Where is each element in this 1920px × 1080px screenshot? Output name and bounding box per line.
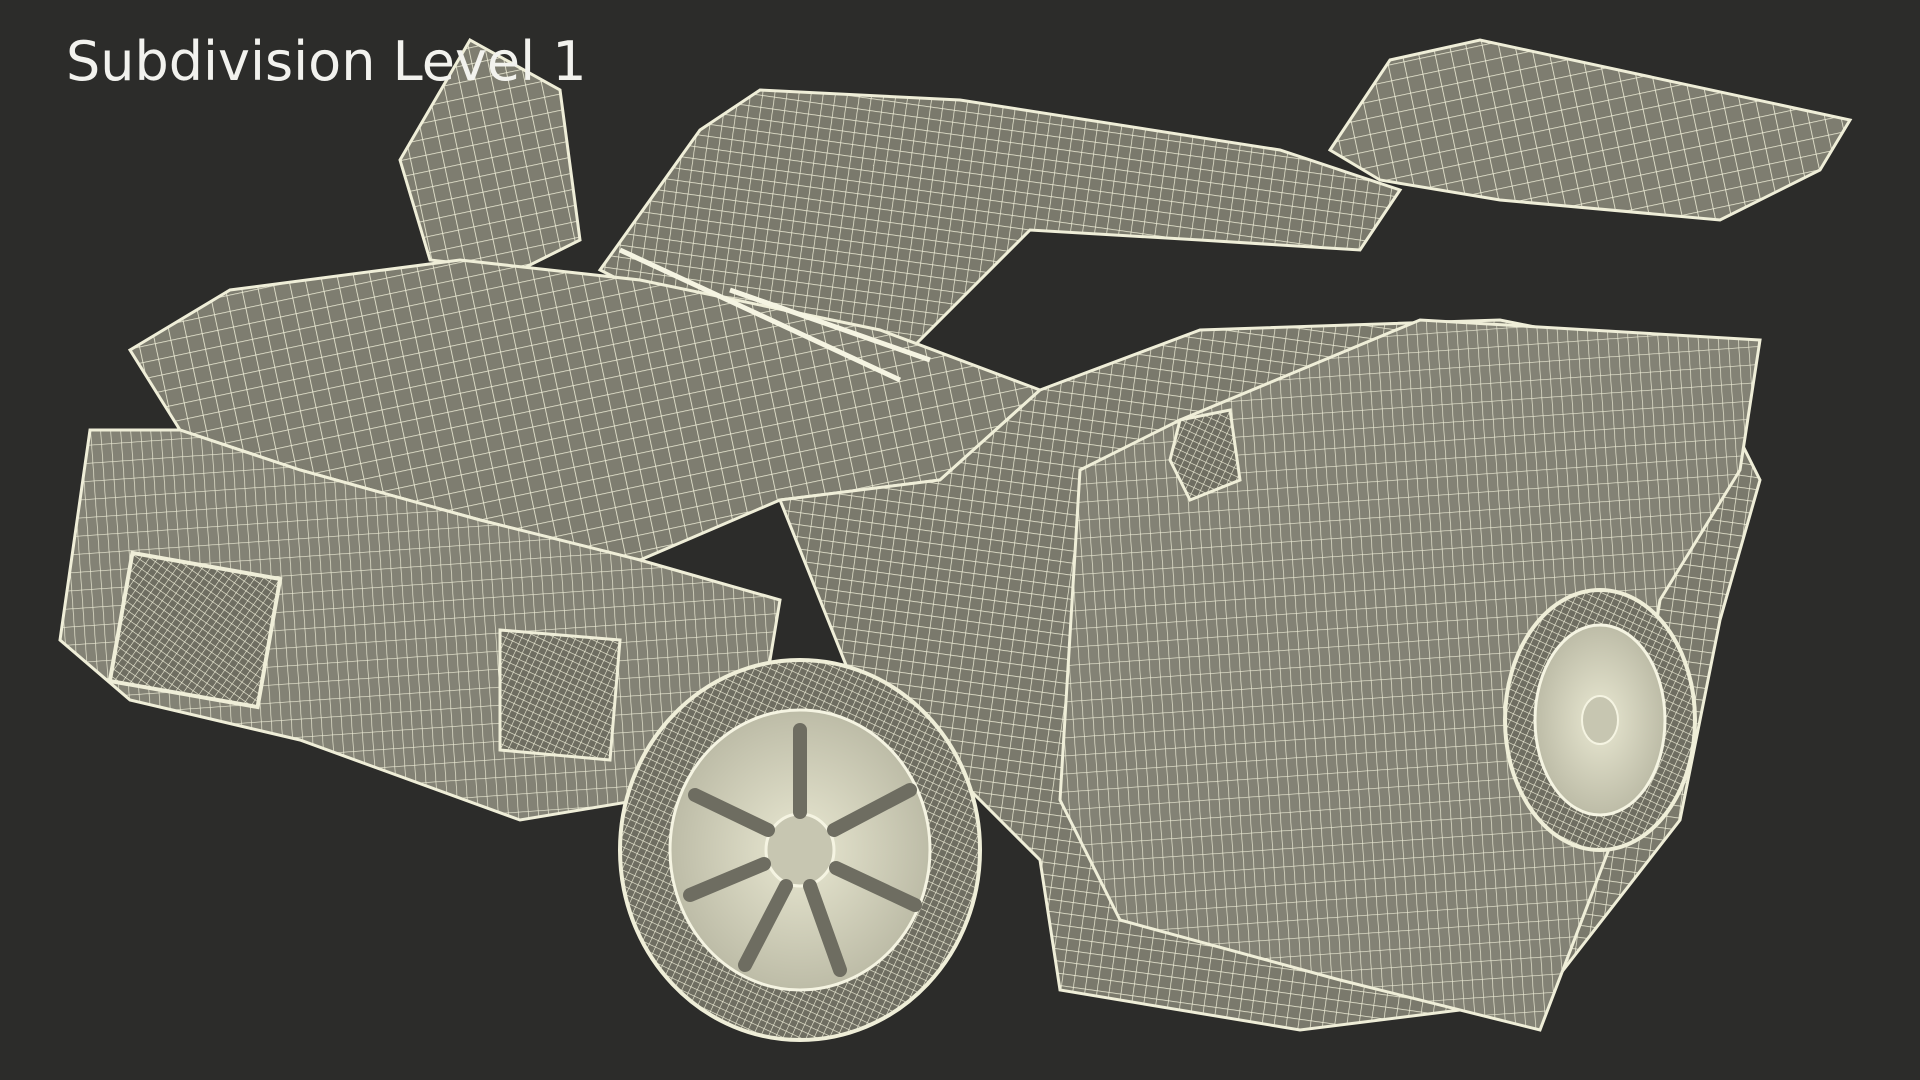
car-wireframe-render	[58, 37, 1853, 1042]
front-wheel	[618, 658, 982, 1042]
caption-title: Subdivision Level 1	[66, 30, 587, 93]
render-viewport: Subdivision Level 1	[0, 0, 1920, 1080]
rear-liftgate	[1327, 38, 1853, 222]
headlight	[498, 628, 622, 762]
license-plate	[107, 550, 283, 710]
rear-wheel	[1503, 588, 1697, 852]
